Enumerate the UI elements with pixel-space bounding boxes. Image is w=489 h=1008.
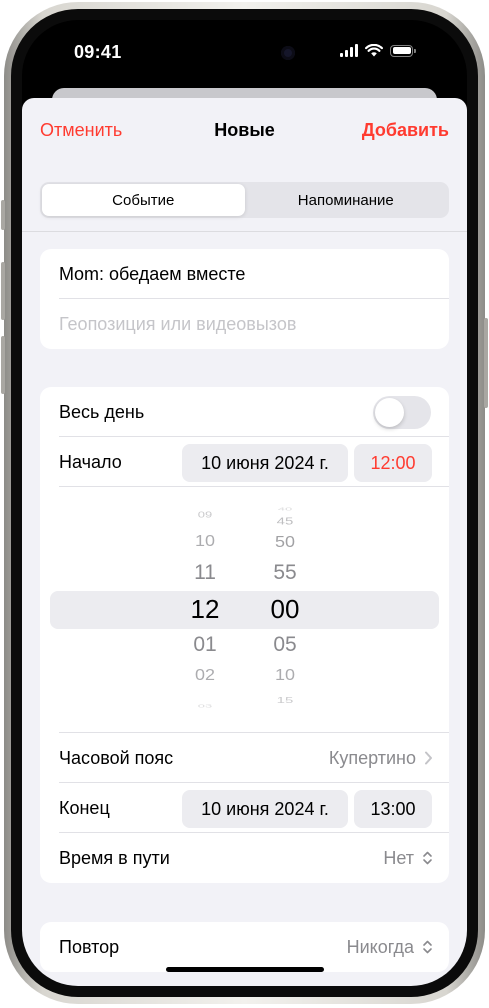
status-bar: 09:41: [22, 20, 467, 84]
chevron-right-icon: [425, 751, 432, 765]
timezone-row[interactable]: Часовой пояс Купертино: [40, 733, 449, 783]
start-label: Начало: [59, 451, 122, 472]
repeat-value: Никогда: [346, 936, 414, 957]
minute-option: 45: [276, 516, 294, 528]
title-value: Mom: обедаем вместе: [59, 263, 246, 284]
header-divider: [22, 231, 467, 232]
location-field[interactable]: Геопозиция или видеовызов: [40, 299, 449, 349]
hour-option: 10: [194, 532, 216, 550]
toggle-knob: [375, 398, 404, 427]
timezone-value-wrap: Купертино: [329, 733, 433, 783]
chevron-up-down-icon: [423, 851, 432, 865]
repeat-group: Повтор Никогда: [40, 922, 449, 972]
minute-option: 50: [274, 533, 296, 551]
hour-option: 03: [197, 703, 213, 709]
segment-reminder[interactable]: Напоминание: [245, 184, 448, 216]
end-label: Конец: [59, 797, 110, 818]
battery-icon: [390, 44, 416, 57]
end-time-button[interactable]: 13:00: [354, 790, 432, 828]
time-wheel-picker: 09 10 11 12 01 02 03 40 45 50 55 00 05 1…: [40, 487, 449, 733]
travel-time-row[interactable]: Время в пути Нет: [40, 833, 449, 883]
status-icons: [340, 44, 416, 57]
add-button[interactable]: Добавить: [362, 120, 449, 141]
cellular-signal-icon: [340, 44, 358, 57]
minute-option: 05: [273, 633, 297, 656]
volume-up-button: [1, 262, 5, 320]
timezone-label: Часовой пояс: [59, 747, 174, 768]
title-field[interactable]: Mom: обедаем вместе: [40, 249, 449, 299]
travel-value-wrap: Нет: [383, 833, 433, 883]
minute-option: 55: [273, 561, 297, 584]
front-camera-icon: [281, 46, 295, 60]
end-row: Конец 10 июня 2024 г. 13:00: [40, 783, 449, 833]
status-time: 09:41: [74, 42, 122, 62]
minute-option: 15: [276, 696, 294, 706]
segment-event[interactable]: Событие: [42, 184, 245, 216]
new-event-sheet: Отменить Новые Добавить Событие Напомина…: [22, 98, 467, 986]
hour-option: 01: [193, 633, 217, 656]
repeat-row[interactable]: Повтор Никогда: [40, 922, 449, 972]
hour-option: 11: [194, 561, 216, 584]
title-location-group: Mom: обедаем вместе Геопозиция или видео…: [40, 249, 449, 349]
volume-down-button: [1, 336, 5, 394]
picker-selection-band: [50, 591, 439, 629]
schedule-group: Весь день Начало 10 июня 2024 г. 12:00 0…: [40, 387, 449, 883]
minute-option: 40: [277, 506, 293, 512]
location-placeholder: Геопозиция или видеовызов: [59, 313, 297, 334]
hour-wheel[interactable]: 09 10 11 12 01 02 03: [175, 487, 235, 733]
repeat-value-wrap: Никогда: [347, 922, 433, 972]
screen: 09:41 Отменить Новые Добавить Событие На…: [22, 20, 467, 986]
hour-option: 09: [197, 510, 213, 520]
action-button: [1, 200, 5, 230]
start-row: Начало 10 июня 2024 г. 12:00: [40, 437, 449, 487]
event-type-segmented-control: Событие Напоминание: [40, 182, 449, 218]
end-date-button[interactable]: 10 июня 2024 г.: [182, 790, 348, 828]
start-date-button[interactable]: 10 июня 2024 г.: [182, 444, 348, 482]
chevron-up-down-icon: [423, 940, 432, 954]
all-day-row: Весь день: [40, 387, 449, 437]
side-button: [484, 318, 488, 408]
selected-hour: 12: [190, 594, 220, 624]
selected-minute: 00: [270, 594, 300, 624]
repeat-label: Повтор: [59, 936, 120, 957]
timezone-value: Купертино: [328, 747, 416, 768]
minute-option: 10: [274, 666, 296, 684]
home-indicator[interactable]: [166, 967, 324, 972]
all-day-label: Весь день: [59, 401, 145, 422]
minute-wheel[interactable]: 40 45 50 55 00 05 10 15: [255, 487, 315, 733]
travel-time-label: Время в пути: [59, 847, 170, 868]
hour-option: 02: [194, 666, 216, 684]
wifi-icon: [365, 44, 383, 57]
all-day-toggle[interactable]: [373, 396, 431, 429]
start-time-button[interactable]: 12:00: [354, 444, 432, 482]
dynamic-island: [183, 35, 309, 71]
nav-header: Отменить Новые Добавить: [22, 98, 467, 154]
travel-time-value: Нет: [383, 847, 414, 868]
